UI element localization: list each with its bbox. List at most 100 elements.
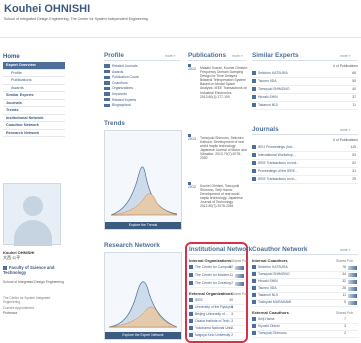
expert-icon [252,95,256,100]
organization-icon [189,319,193,324]
research-network-explore-button[interactable]: Explore the Expert Network [105,332,181,339]
journal-icon [252,177,256,182]
person-department: School of Integrated Design Engineering [3,280,64,284]
journals-more-link[interactable]: more » [340,128,351,132]
profile-item-icon [104,103,110,107]
sidebar-item-expert-overview[interactable]: Expert Overview [3,62,65,70]
affiliation-label: Faculty of Science and Technology [3,265,55,275]
sidebar-item-similar-experts[interactable]: Similar Experts [3,92,65,100]
journal-row[interactable]: IEEJ Proceedings (Ind... 115 [252,144,358,152]
coauthor-bar [348,280,357,284]
organization-name: Beijing University of ... [195,312,229,316]
expert-count: 37 [352,95,356,99]
coauthor-bar [348,301,357,305]
avatar [3,183,61,246]
publication-year: 2012 [188,185,196,189]
profile-more-link[interactable]: more » [165,54,176,58]
coauthor-name: Toshiyuki MURAKAMI [258,300,292,304]
publications-divider [188,60,246,61]
expert-name: Hiroaki SHIN [258,95,278,99]
similar-experts-title: Similar Experts [252,52,299,59]
journal-count: 115 [350,145,356,149]
sidebar-item-research-network[interactable]: Research Network [3,130,65,137]
expert-icon [252,79,256,84]
journal-row[interactable]: IEEE Transactions on In... 29 [252,176,358,184]
similar-expert-row[interactable]: Hiroaki SHIN 37 [252,94,358,102]
expert-name: Tomoyuki SHIMONO [258,87,290,91]
organization-count: 7 [231,281,233,285]
coauthor-icon [252,324,256,329]
publication-item[interactable]: 2013 Tomoyuki Shimono, Seiichiro Katsura… [188,134,247,180]
coauthor-count: 2 [344,331,346,335]
internal-organization-row[interactable]: The Center for Compute... 17 [189,264,245,272]
organization-name: Yokohama National Univ... [195,326,235,330]
external-organization-row[interactable]: Nagoya Keio University 2 [189,332,245,340]
journal-count: 52 [352,161,356,165]
publication-text: Kouhei Ohnishi, Tomoyuki Shimono, Seiji … [200,184,243,209]
coauthor-icon [252,300,256,305]
coauthor-bar [348,287,357,291]
internal-organization-row[interactable]: The Center for Creating... 7 [189,280,245,288]
coauthor-icon [252,286,256,291]
profile-item-icon [104,92,110,96]
coauthor-bar [348,273,357,277]
similar-expert-row[interactable]: Seiichiro KATSURA 66 [252,70,358,78]
organization-icon [189,326,193,331]
internal-coauthor-row[interactable]: Toshiyuki MURAKAMI 9 [252,299,358,307]
organization-bar [235,282,244,286]
sidebar-item-profile[interactable]: Profile [3,70,65,77]
sidebar-title: Home [3,54,20,60]
trends-explore-button[interactable]: Explore the Trends [105,222,181,229]
profile-item[interactable]: Biographical [104,103,178,109]
journals-header: # of Publications [333,138,358,142]
institutional-network-title: Institutional Network [189,246,253,253]
sidebar-item-awards[interactable]: Awards [3,85,65,92]
organization-count: 2 [231,333,233,337]
external-organizations-title: External Organizations [189,291,233,296]
person-affiliation[interactable]: Faculty of Science and Technology [3,265,65,275]
journal-row[interactable]: Proceedings of the IEEE... 31 [252,168,358,176]
sidebar: Home Expert Overview Profile Publication… [3,54,65,137]
similar-expert-row[interactable]: Takanori NIJI 11 [252,102,358,110]
expert-count: 55 [352,79,356,83]
coauthor-name: Seiichiro KATSURA [258,265,288,269]
journal-row[interactable]: IEEE Transactions on Ind... 52 [252,160,358,168]
similar-experts-more-link[interactable]: more » [340,54,351,58]
journal-row[interactable]: International Workshop... 53 [252,152,358,160]
sidebar-item-institutional-network[interactable]: Institutional Network [3,115,65,122]
internal-organization-row[interactable]: The Center for Modern... 11 [189,272,245,280]
page-header: Kouhei OHNISHI School of Integrated Desi… [0,0,361,38]
research-network-chart[interactable]: Explore the Expert Network [104,252,182,340]
journal-count: 29 [352,177,356,181]
organization-icon [189,281,193,286]
coauthor-network-divider [252,254,358,255]
journal-icon [252,153,256,158]
coauthor-network-more-link[interactable]: more » [340,248,351,252]
person-department-secondary: The Center for System Integrated Enginee… [3,296,51,304]
expert-icon [252,87,256,92]
coauthor-icon [252,293,256,298]
publication-item[interactable]: 2012 Masaki Suzuki, Kouhei Ohnishi: Freq… [188,64,248,130]
trends-chart[interactable]: Explore the Trends [104,130,182,230]
profile-item-label: Related Experts [112,97,137,102]
sidebar-item-trends[interactable]: Trends [3,107,65,115]
coauthor-name: Tsuneo IIDA [258,286,277,290]
similar-expert-row[interactable]: Tomoyuki SHIMONO 40 [252,86,358,94]
expert-count: 40 [352,87,356,91]
coauthor-name: Tomoyuki SHIMONO [258,272,290,276]
publication-item[interactable]: 2012 Kouhei Ohnishi, Tomoyuki Shimono, S… [188,182,243,236]
sidebar-item-journals[interactable]: Journals [3,100,65,107]
coauthor-network-title: Coauthor Network [252,246,308,253]
publications-more-link[interactable]: more » [232,54,243,58]
journal-name: Proceedings of the IEEE... [258,169,298,173]
organization-name: IEEE [195,298,203,302]
organization-icon [189,333,193,338]
expert-count: 66 [352,71,356,75]
profile-item-label: Publication Count [112,75,139,80]
sidebar-item-publications[interactable]: Publications [3,77,65,85]
internal-coauthors-title: Internal Coauthors [252,258,288,263]
similar-expert-row[interactable]: Tsuneo IIDA 55 [252,78,358,86]
external-coauthor-row[interactable]: Tomoyuki Shimono 2 [252,330,358,338]
sidebar-item-coauthor-network[interactable]: Coauthor Network [3,122,65,130]
organization-count: 11 [229,273,233,277]
